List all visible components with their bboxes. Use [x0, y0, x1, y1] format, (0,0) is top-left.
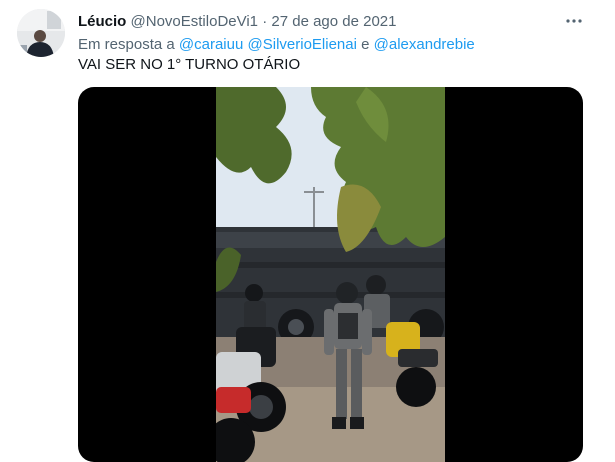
more-horizontal-icon	[566, 19, 582, 23]
video-frame	[216, 87, 445, 462]
mention-link[interactable]: @caraiuu	[179, 36, 243, 53]
header-separator: ·	[262, 13, 268, 30]
reply-joiner: e	[361, 36, 370, 53]
mention-link[interactable]: @SilverioElienai	[248, 36, 357, 53]
author-name[interactable]: Léucio	[78, 13, 126, 30]
tweet-text: VAI SER NO 1° TURNO OTÁRIO	[78, 56, 301, 73]
tweet[interactable]: Léucio @NovoEstiloDeVi1 · 27 de ago de 2…	[0, 0, 615, 462]
reply-context: Em resposta a @caraiuu @SilverioElienai …	[78, 36, 475, 54]
mention-link[interactable]: @alexandrebie	[374, 36, 475, 53]
author-handle[interactable]: @NovoEstiloDeVi1	[131, 13, 259, 30]
tweet-header: Léucio @NovoEstiloDeVi1 · 27 de ago de 2…	[78, 13, 397, 31]
video-player[interactable]	[78, 87, 583, 462]
reply-prefix: Em resposta a	[78, 36, 175, 53]
more-options-button[interactable]	[561, 8, 587, 34]
avatar-image	[17, 9, 65, 57]
tweet-date[interactable]: 27 de ago de 2021	[271, 13, 396, 30]
avatar[interactable]	[17, 9, 65, 57]
